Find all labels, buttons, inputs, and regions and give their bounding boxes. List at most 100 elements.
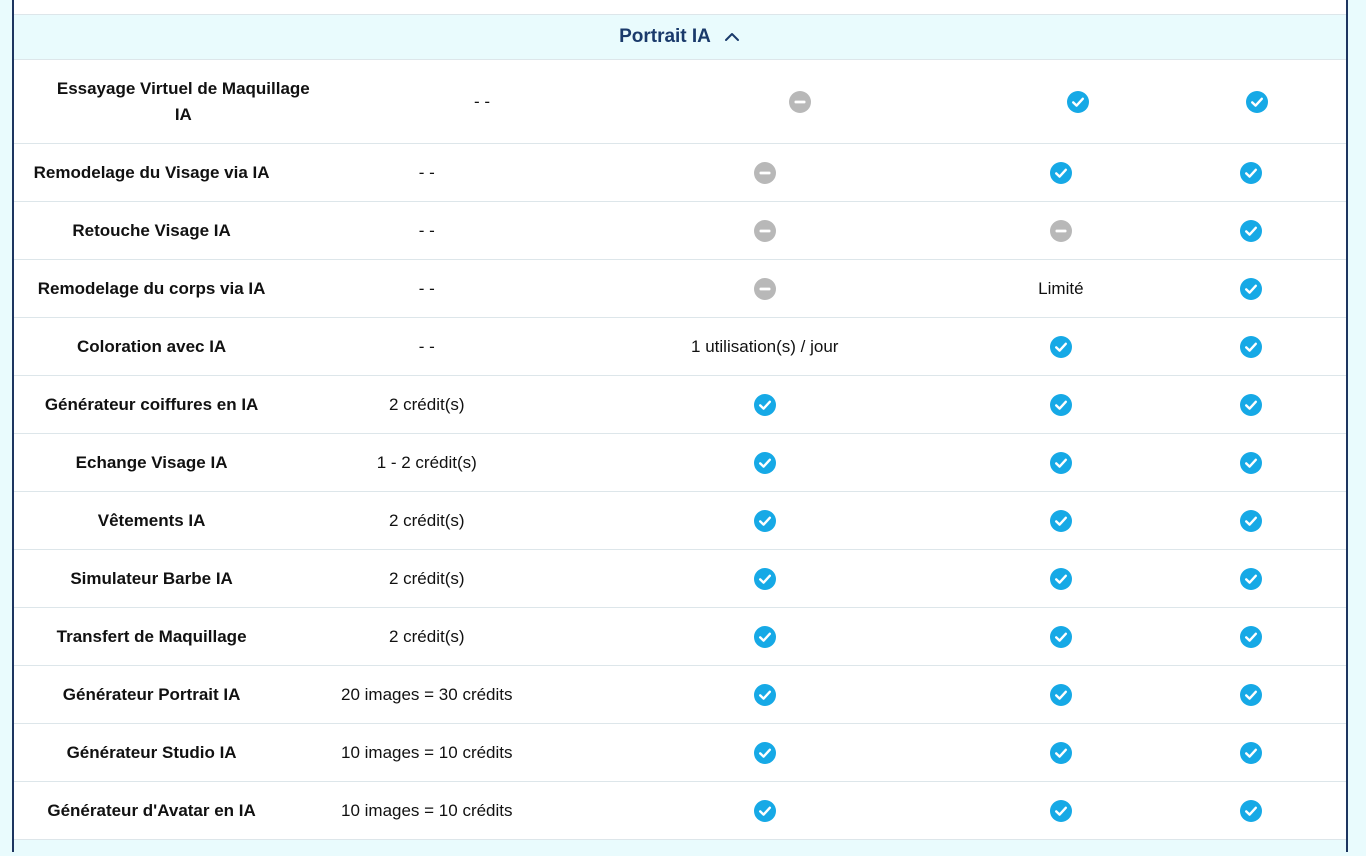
feature-name: Simulateur Barbe IA — [70, 568, 233, 588]
table-bottom-strip — [14, 840, 1346, 856]
plan-cell-c4 — [1157, 741, 1346, 764]
check-icon — [753, 567, 776, 590]
feature-name: Coloration avec IA — [76, 336, 227, 356]
check-icon — [1240, 799, 1263, 822]
check-icon — [1049, 683, 1072, 706]
check-icon — [1240, 393, 1263, 416]
unavailable-icon — [1049, 219, 1072, 242]
check-icon — [753, 393, 776, 416]
plan-cell-c3 — [965, 567, 1156, 590]
credits-cell: - - — [418, 278, 435, 298]
plan-cell-c3 — [965, 451, 1156, 474]
feature-name: Générateur Studio IA — [66, 742, 237, 762]
plan-cell-c3 — [965, 509, 1156, 532]
plan-cell-c2 — [564, 741, 965, 764]
unavailable-icon — [753, 277, 776, 300]
plan-cell-c2 — [564, 799, 965, 822]
credits-cell: - - — [418, 336, 435, 356]
plan-cell-c4 — [1157, 567, 1346, 590]
plan-cell-c4 — [1157, 335, 1346, 358]
check-icon — [1049, 799, 1072, 822]
feature-name: Générateur coiffures en IA — [44, 394, 259, 414]
plan-cell-c4 — [1157, 451, 1346, 474]
plan-cell-c2 — [611, 90, 988, 113]
table-top-strip — [14, 0, 1346, 15]
unavailable-icon — [753, 161, 776, 184]
check-icon — [1245, 90, 1268, 113]
plan-cell-c4 — [1157, 161, 1346, 184]
table-row: Générateur coiffures en IA 2 crédit(s) — [14, 376, 1346, 434]
section-title: Portrait IA — [619, 26, 711, 47]
credits-cell: - - — [418, 220, 435, 240]
check-icon — [1049, 625, 1072, 648]
unavailable-icon — [788, 90, 811, 113]
check-icon — [1240, 277, 1263, 300]
feature-name: Générateur d'Avatar en IA — [47, 800, 256, 820]
credits-cell: 2 crédit(s) — [388, 568, 465, 588]
plan-cell-c3 — [965, 683, 1156, 706]
check-icon — [1240, 161, 1263, 184]
feature-name: Générateur Portrait IA — [62, 684, 241, 704]
plan-cell-c3 — [965, 393, 1156, 416]
plan-cell-c2 — [564, 277, 965, 300]
credits-cell: 10 images = 10 crédits — [341, 800, 513, 820]
credits-cell: 2 crédit(s) — [388, 394, 465, 414]
check-icon — [1240, 219, 1263, 242]
table-row: Générateur Studio IA 10 images = 10 crédi… — [14, 724, 1346, 782]
plan-cell-c4 — [1168, 90, 1346, 113]
plan-cell-c2: 1 utilisation(s) / jour — [691, 336, 839, 356]
check-icon — [1240, 625, 1263, 648]
plan-cell-c3 — [965, 625, 1156, 648]
table-row: Remodelage du Visage via IA - - — [14, 144, 1346, 202]
feature-name: Retouche Visage IA — [72, 220, 231, 240]
table-row: Vêtements IA 2 crédit(s) — [14, 492, 1346, 550]
check-icon — [1240, 509, 1263, 532]
plan-cell-c2 — [564, 567, 965, 590]
plan-cell-c4 — [1157, 683, 1346, 706]
check-icon — [753, 683, 776, 706]
check-icon — [1066, 90, 1089, 113]
credits-cell: 20 images = 30 crédits — [341, 684, 513, 704]
check-icon — [1049, 335, 1072, 358]
table-row: Transfert de Maquillage 2 crédit(s) — [14, 608, 1346, 666]
section-header-portrait-ia[interactable]: Portrait IA — [14, 15, 1346, 60]
check-icon — [1240, 567, 1263, 590]
feature-name: Essayage Virtuel de Maquillage IA — [56, 78, 310, 124]
plan-cell-c2 — [564, 451, 965, 474]
feature-name: Echange Visage IA — [75, 452, 228, 472]
table-row: Retouche Visage IA - - — [14, 202, 1346, 260]
plan-cell-c3 — [988, 90, 1168, 113]
table-row: Echange Visage IA 1 - 2 crédit(s) — [14, 434, 1346, 492]
plan-cell-c2 — [564, 393, 965, 416]
feature-name: Remodelage du corps via IA — [37, 278, 266, 298]
plan-cell-c4 — [1157, 799, 1346, 822]
check-icon — [1049, 509, 1072, 532]
plan-cell-c2 — [564, 219, 965, 242]
plan-cell-c4 — [1157, 277, 1346, 300]
plan-cell-c3 — [965, 161, 1156, 184]
credits-cell: 2 crédit(s) — [388, 626, 465, 646]
table-row: Générateur d'Avatar en IA 10 images = 10 … — [14, 782, 1346, 840]
comparison-table: Portrait IA Essayage Virtuel de Maquilla… — [12, 0, 1348, 856]
plan-cell-c4 — [1157, 625, 1346, 648]
check-icon — [1240, 741, 1263, 764]
chevron-up-icon[interactable] — [723, 28, 741, 46]
table-row: Simulateur Barbe IA 2 crédit(s) — [14, 550, 1346, 608]
check-icon — [1049, 741, 1072, 764]
check-icon — [753, 451, 776, 474]
plan-cell-c2 — [564, 509, 965, 532]
plan-cell-c3: Limité — [1038, 278, 1084, 298]
plan-cell-c3 — [965, 335, 1156, 358]
credits-cell: 10 images = 10 crédits — [341, 742, 513, 762]
credits-cell: 2 crédit(s) — [388, 510, 465, 530]
check-icon — [1049, 451, 1072, 474]
feature-rows: Essayage Virtuel de Maquillage IA - - Remo… — [14, 60, 1346, 840]
unavailable-icon — [753, 219, 776, 242]
check-icon — [753, 741, 776, 764]
plan-cell-c3 — [965, 741, 1156, 764]
table-row: Coloration avec IA - - 1 utilisation(s) / … — [14, 318, 1346, 376]
table-row: Essayage Virtuel de Maquillage IA - - — [14, 60, 1346, 144]
check-icon — [1049, 567, 1072, 590]
check-icon — [753, 509, 776, 532]
check-icon — [1240, 335, 1263, 358]
